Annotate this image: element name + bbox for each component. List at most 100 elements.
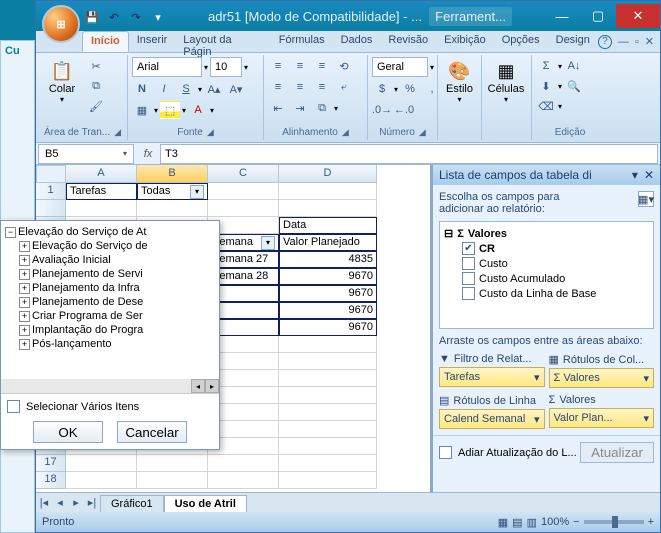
tab-dados[interactable]: Dados — [333, 31, 381, 52]
tab-exibicao[interactable]: Exibição — [436, 31, 494, 52]
view-normal-icon[interactable]: ▦ — [498, 516, 508, 529]
hscroll-right-icon[interactable]: ▸ — [205, 379, 219, 393]
redo-icon[interactable]: ↷ — [126, 7, 146, 27]
expand-icon[interactable]: + — [19, 283, 30, 294]
currency-icon[interactable]: $ — [372, 80, 392, 98]
find-icon[interactable]: 🔍 — [564, 77, 584, 95]
align-bottom-icon[interactable]: ≡ — [312, 57, 332, 75]
mdi-minimize-icon[interactable]: — — [618, 36, 629, 48]
align-right-icon[interactable]: ≡ — [312, 78, 332, 96]
underline-button[interactable]: S — [176, 80, 196, 98]
save-icon[interactable]: 💾 — [82, 7, 102, 27]
clipboard-dialog-icon[interactable]: ◢ — [114, 127, 121, 138]
pane-dropdown-icon[interactable]: ▾ — [632, 168, 638, 182]
collapse-icon[interactable]: − — [5, 227, 16, 238]
increase-font-icon[interactable]: A▴ — [204, 80, 224, 98]
last-sheet-icon[interactable]: ▸| — [84, 495, 100, 511]
zoom-out-icon[interactable]: − — [573, 516, 579, 528]
italic-button[interactable]: I — [154, 80, 174, 98]
cell[interactable]: 9670 — [279, 319, 377, 336]
row-header[interactable] — [36, 200, 66, 217]
tab-inserir[interactable]: Inserir — [129, 31, 176, 52]
help-icon[interactable]: ? — [598, 35, 612, 49]
office-button[interactable]: ⊞ — [42, 5, 80, 43]
orientation-icon[interactable]: ⟲ — [334, 57, 354, 75]
multi-select-checkbox[interactable] — [7, 400, 20, 413]
tree-item[interactable]: +Pós-lançamento — [17, 337, 217, 351]
checkbox-custo[interactable] — [462, 257, 475, 270]
format-painter-icon[interactable]: 🖌 — [86, 97, 106, 115]
cancel-button[interactable]: Cancelar — [117, 421, 187, 443]
clear-icon[interactable]: ⌫ — [536, 97, 556, 115]
row-header[interactable]: 17 — [36, 455, 66, 472]
filter-area-drop[interactable]: Tarefas▾ — [439, 367, 545, 387]
expand-icon[interactable]: + — [19, 325, 30, 336]
zoom-slider[interactable] — [584, 520, 644, 524]
increase-indent-icon[interactable]: ⇥ — [290, 99, 310, 117]
zoom-in-icon[interactable]: + — [648, 516, 654, 528]
qat-dropdown-icon[interactable]: ▾ — [148, 7, 168, 27]
ok-button[interactable]: OK — [33, 421, 103, 443]
hscroll-left-icon[interactable]: ◂ — [191, 379, 205, 393]
field-custo[interactable]: Custo — [479, 258, 508, 270]
tree-item[interactable]: +Avaliação Inicial — [17, 253, 217, 267]
tree-item[interactable]: +Implantação do Progra — [17, 323, 217, 337]
undo-icon[interactable]: ↶ — [104, 7, 124, 27]
formula-input[interactable]: T3 — [160, 144, 658, 164]
values-area-drop[interactable]: Valor Plan...▾ — [549, 408, 655, 428]
copy-icon[interactable]: ⧉ — [86, 77, 106, 95]
tree-item[interactable]: +Planejamento de Dese — [17, 295, 217, 309]
number-dialog-icon[interactable]: ◢ — [419, 127, 426, 138]
merge-icon[interactable]: ⧉ — [312, 99, 332, 117]
collapse-icon[interactable]: ⊟ — [444, 227, 453, 240]
sort-icon[interactable]: A↓ — [564, 57, 584, 75]
expand-icon[interactable]: + — [19, 339, 30, 350]
col-C[interactable]: C — [208, 165, 279, 183]
bold-button[interactable]: N — [132, 80, 152, 98]
wrap-text-icon[interactable]: ⤶ — [334, 78, 354, 96]
number-format-combo[interactable]: Geral — [372, 57, 428, 77]
select-all-corner[interactable] — [36, 165, 66, 183]
cell[interactable]: 4835 — [279, 251, 377, 268]
row-dropdown-icon[interactable]: ▾ — [261, 236, 275, 250]
field-custo-acum[interactable]: Custo Acumulado — [479, 273, 565, 285]
font-name-combo[interactable]: Arial — [132, 57, 202, 77]
mdi-close-icon[interactable]: ✕ — [645, 35, 654, 48]
tab-formulas[interactable]: Fórmulas — [271, 31, 333, 52]
next-sheet-icon[interactable]: ▸ — [68, 495, 84, 511]
close-button[interactable]: ✕ — [616, 4, 660, 28]
row-header[interactable]: 18 — [36, 472, 66, 489]
expand-icon[interactable]: + — [19, 269, 30, 280]
layout-options-icon[interactable]: ▦▾ — [638, 191, 654, 207]
tree-item[interactable]: +Planejamento da Infra — [17, 281, 217, 295]
tab-layout[interactable]: Layout da Págin — [175, 31, 270, 52]
font-dialog-icon[interactable]: ◢ — [207, 127, 214, 138]
rows-area-drop[interactable]: Calend Semanal▾ — [439, 409, 545, 429]
cells-button[interactable]: ▦ Células ▾ — [486, 57, 526, 106]
columns-area-drop[interactable]: Σ Valores▾ — [549, 368, 655, 388]
font-size-combo[interactable]: 10 — [210, 57, 242, 77]
field-cr[interactable]: CR — [479, 243, 495, 255]
pane-close-icon[interactable]: ✕ — [644, 168, 654, 182]
tab-design[interactable]: Design — [548, 31, 598, 52]
tab-opcoes[interactable]: Opções — [494, 31, 548, 52]
fill-color-icon[interactable]: ⬚ — [160, 101, 180, 119]
font-color-icon[interactable]: A — [188, 101, 208, 119]
filter-dropdown-icon[interactable]: ▾ — [190, 185, 204, 199]
first-sheet-icon[interactable]: |◂ — [36, 495, 52, 511]
fill-icon[interactable]: ⬇ — [536, 77, 556, 95]
tree-item[interactable]: +Elevação do Serviço de — [17, 239, 217, 253]
maximize-button[interactable]: ▢ — [580, 4, 616, 28]
defer-checkbox[interactable] — [439, 446, 452, 459]
tab-revisao[interactable]: Revisão — [380, 31, 436, 52]
cell[interactable]: 9670 — [279, 302, 377, 319]
tree-item[interactable]: +Planejamento de Servi — [17, 267, 217, 281]
cut-icon[interactable]: ✂ — [86, 57, 106, 75]
name-box[interactable]: B5▾ — [38, 144, 134, 164]
sheet-tab-grafico1[interactable]: Gráfico1 — [100, 495, 164, 512]
expand-icon[interactable]: + — [19, 297, 30, 308]
decrease-font-icon[interactable]: A▾ — [226, 80, 246, 98]
prev-sheet-icon[interactable]: ◂ — [52, 495, 68, 511]
cell[interactable]: 9670 — [279, 268, 377, 285]
checkbox-custo-acum[interactable] — [462, 272, 475, 285]
